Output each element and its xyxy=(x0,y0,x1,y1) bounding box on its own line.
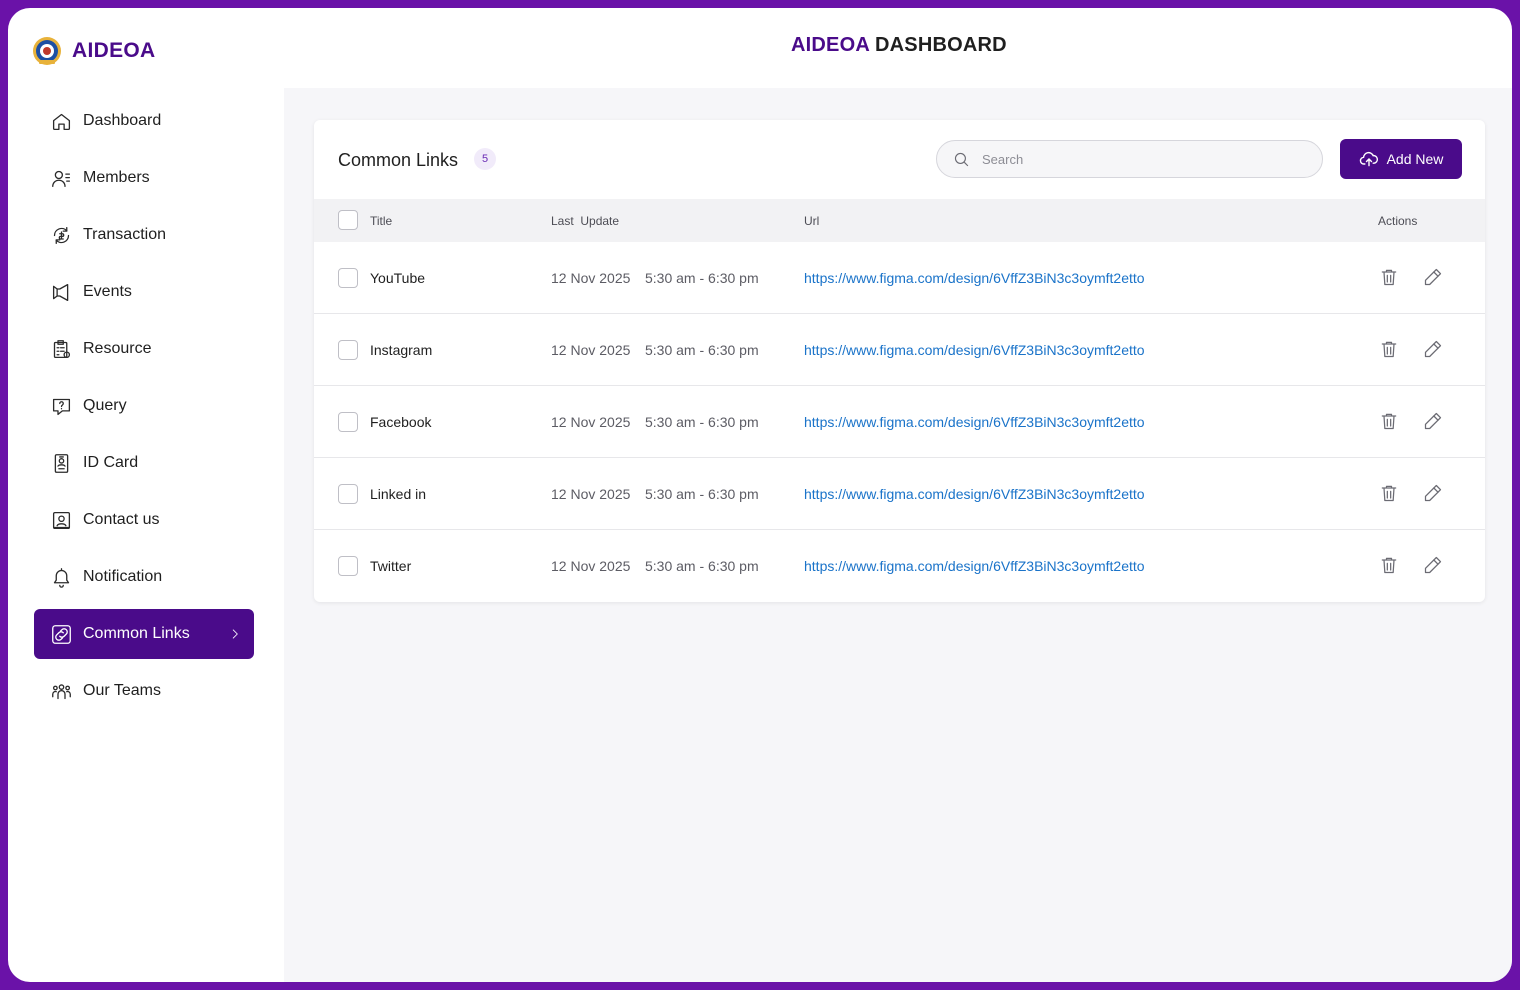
members-icon xyxy=(50,167,72,189)
table-header: Title Last Update Url Actions xyxy=(314,199,1485,242)
add-new-button[interactable]: Add New xyxy=(1340,139,1462,179)
column-header-last-update: Last Update xyxy=(551,214,620,228)
sidebar-item-label: Dashboard xyxy=(83,112,162,129)
table-row: Facebook 12 Nov 2025 5:30 am - 6:30 pm h… xyxy=(314,386,1485,458)
contact-icon xyxy=(50,509,72,531)
sidebar-item-dashboard[interactable]: Dashboard xyxy=(34,96,254,146)
row-time: 5:30 am - 6:30 pm xyxy=(645,486,759,502)
row-title: Facebook xyxy=(370,414,432,430)
page-title: AIDEOA DASHBOARD xyxy=(791,34,1007,57)
table-row: Twitter 12 Nov 2025 5:30 am - 6:30 pm ht… xyxy=(314,530,1485,602)
card-header: Common Links 5 Add New xyxy=(314,120,1485,199)
sidebar-item-members[interactable]: Members xyxy=(34,153,254,203)
row-title: YouTube xyxy=(370,270,426,286)
delete-icon[interactable] xyxy=(1379,267,1401,289)
delete-icon[interactable] xyxy=(1379,411,1401,433)
sidebar-item-label: Common Links xyxy=(83,625,190,642)
row-url-link[interactable]: https://www.figma.com/design/6VffZ3BiN3c… xyxy=(804,414,1145,430)
row-time: 5:30 am - 6:30 pm xyxy=(645,270,759,286)
row-title: Linked in xyxy=(370,486,427,502)
sidebar-item-id-card[interactable]: ID Card xyxy=(34,438,254,488)
delete-icon[interactable] xyxy=(1379,339,1401,361)
table-row: YouTube 12 Nov 2025 5:30 am - 6:30 pm ht… xyxy=(314,242,1485,314)
cloud-upload-icon xyxy=(1359,151,1378,167)
row-url-link[interactable]: https://www.figma.com/design/6VffZ3BiN3c… xyxy=(804,486,1145,502)
row-url-link[interactable]: https://www.figma.com/design/6VffZ3BiN3c… xyxy=(804,270,1145,286)
row-time: 5:30 am - 6:30 pm xyxy=(645,342,759,358)
row-checkbox[interactable] xyxy=(338,268,358,288)
row-checkbox[interactable] xyxy=(338,412,358,432)
sidebar-item-events[interactable]: Events xyxy=(34,267,254,317)
id-card-icon xyxy=(50,452,72,474)
megaphone-icon xyxy=(50,281,72,303)
search-input[interactable] xyxy=(982,151,1282,167)
row-title: Twitter xyxy=(370,558,412,574)
sidebar-item-label: Members xyxy=(83,169,150,186)
row-time: 5:30 am - 6:30 pm xyxy=(645,414,759,430)
count-badge: 5 xyxy=(474,148,496,170)
row-date: 12 Nov 2025 xyxy=(551,558,631,574)
row-time: 5:30 am - 6:30 pm xyxy=(645,558,759,574)
main-content: Common Links 5 Add New Title Last Update… xyxy=(284,88,1512,982)
sidebar-item-label: Resource xyxy=(83,340,152,357)
team-icon xyxy=(50,680,72,702)
emblem-icon xyxy=(33,37,61,65)
sidebar-item-label: Our Teams xyxy=(83,682,161,699)
row-checkbox[interactable] xyxy=(338,340,358,360)
column-header-actions: Actions xyxy=(1378,214,1418,228)
column-header-url: Url xyxy=(804,214,820,228)
edit-icon[interactable] xyxy=(1423,483,1445,505)
search-box[interactable] xyxy=(936,140,1323,178)
page-title-brand: AIDEOA xyxy=(791,34,870,56)
edit-icon[interactable] xyxy=(1423,267,1445,289)
sidebar-item-resource[interactable]: Resource xyxy=(34,324,254,374)
add-new-label: Add New xyxy=(1386,151,1444,167)
sidebar-item-common-links[interactable]: Common Links xyxy=(34,609,254,659)
sidebar-item-our-teams[interactable]: Our Teams xyxy=(34,666,254,716)
sidebar: Dashboard Members Transaction Events Res… xyxy=(34,96,254,723)
bell-icon xyxy=(50,566,72,588)
logo-text: AIDEOA xyxy=(72,39,156,62)
sidebar-item-label: Events xyxy=(83,283,132,300)
sidebar-item-query[interactable]: Query xyxy=(34,381,254,431)
sidebar-item-transaction[interactable]: Transaction xyxy=(34,210,254,260)
sidebar-item-label: Notification xyxy=(83,568,163,585)
transaction-icon xyxy=(50,224,72,246)
row-date: 12 Nov 2025 xyxy=(551,414,631,430)
delete-icon[interactable] xyxy=(1379,555,1401,577)
sidebar-item-notification[interactable]: Notification xyxy=(34,552,254,602)
select-all-checkbox[interactable] xyxy=(338,210,358,230)
edit-icon[interactable] xyxy=(1423,555,1445,577)
card-title: Common Links xyxy=(338,150,459,170)
link-icon xyxy=(50,623,72,645)
search-icon xyxy=(954,152,969,166)
row-date: 12 Nov 2025 xyxy=(551,486,631,502)
chevron-right-icon xyxy=(232,629,238,639)
common-links-card: Common Links 5 Add New Title Last Update… xyxy=(314,120,1485,602)
row-url-link[interactable]: https://www.figma.com/design/6VffZ3BiN3c… xyxy=(804,558,1145,574)
sidebar-item-label: ID Card xyxy=(83,454,139,471)
sidebar-item-label: Contact us xyxy=(83,511,160,528)
row-date: 12 Nov 2025 xyxy=(551,270,631,286)
page-title-rest: DASHBOARD xyxy=(875,34,1007,56)
sidebar-item-label: Query xyxy=(83,397,127,414)
row-title: Instagram xyxy=(370,342,433,358)
table-row: Instagram 12 Nov 2025 5:30 am - 6:30 pm … xyxy=(314,314,1485,386)
column-header-title: Title xyxy=(370,214,393,228)
row-checkbox[interactable] xyxy=(338,556,358,576)
question-icon xyxy=(50,395,72,417)
app-window: AIDEOA AIDEOA DASHBOARD Dashboard Member… xyxy=(8,8,1512,982)
edit-icon[interactable] xyxy=(1423,339,1445,361)
sidebar-item-contact-us[interactable]: Contact us xyxy=(34,495,254,545)
row-url-link[interactable]: https://www.figma.com/design/6VffZ3BiN3c… xyxy=(804,342,1145,358)
sidebar-item-label: Transaction xyxy=(83,226,166,243)
table-row: Linked in 12 Nov 2025 5:30 am - 6:30 pm … xyxy=(314,458,1485,530)
delete-icon[interactable] xyxy=(1379,483,1401,505)
row-date: 12 Nov 2025 xyxy=(551,342,631,358)
row-checkbox[interactable] xyxy=(338,484,358,504)
home-icon xyxy=(50,110,72,132)
edit-icon[interactable] xyxy=(1423,411,1445,433)
clipboard-icon xyxy=(50,338,72,360)
logo[interactable]: AIDEOA xyxy=(32,36,155,66)
